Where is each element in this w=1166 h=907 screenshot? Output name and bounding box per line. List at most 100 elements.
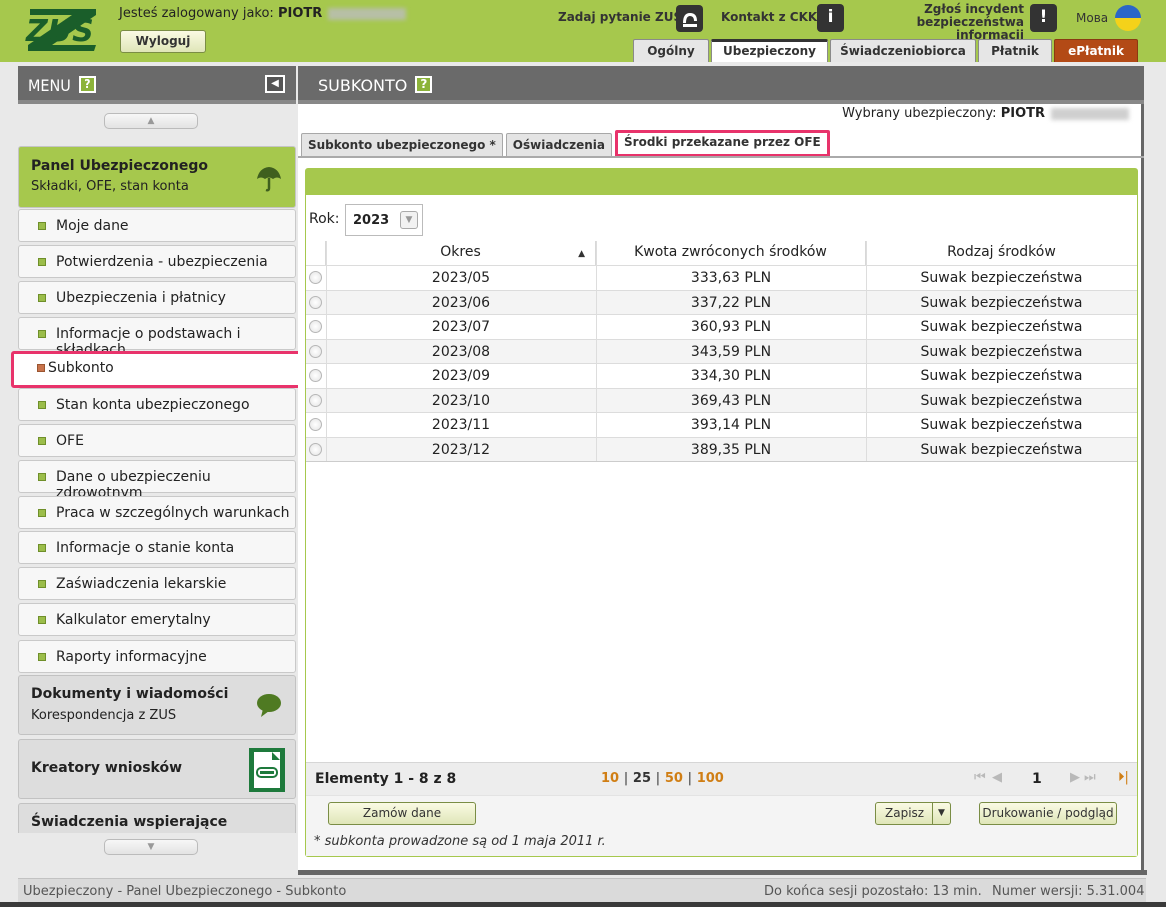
role-tabs: Ogólny Ubezpieczony Świadczeniobiorca Pł… <box>633 39 1140 62</box>
export-icon[interactable]: ⏵| <box>1118 770 1129 785</box>
tab-oswiadczenia[interactable]: Oświadczenia <box>505 133 613 157</box>
cell-rodzaj: Suwak bezpieczeństwa <box>920 417 1083 433</box>
column-separator <box>596 241 597 461</box>
print-preview-button[interactable]: Drukowanie / podgląd <box>979 802 1117 825</box>
row-radio[interactable] <box>309 295 322 309</box>
cell-okres: 2023/12 <box>431 441 491 458</box>
ukraine-flag-icon[interactable] <box>1115 5 1141 31</box>
scroll-up-button[interactable]: ▲ <box>104 113 198 129</box>
sidebar-item-ofe[interactable]: OFE <box>18 424 296 457</box>
sidebar-item-informacje-o-podstawach[interactable]: Informacje o podstawach i składkach <box>18 317 296 358</box>
scroll-down-button[interactable]: ▼ <box>104 839 198 855</box>
help-icon[interactable]: ? <box>415 76 433 93</box>
tab-platnik[interactable]: Płatnik <box>978 39 1052 62</box>
page-number[interactable]: 1 <box>1032 771 1042 787</box>
tab-subkonto-ubezpieczonego[interactable]: Subkonto ubezpieczonego * <box>301 133 503 157</box>
table-row[interactable]: 2023/08 343,59 PLN Suwak bezpieczeństwa <box>306 338 1137 363</box>
row-radio[interactable] <box>309 344 322 358</box>
info-icon[interactable]: i <box>817 4 844 32</box>
row-radio[interactable] <box>309 418 322 431</box>
sidebar-item-ubezpieczenie-zdrowotne[interactable]: Dane o ubezpieczeniu zdrowotnym <box>18 460 296 501</box>
archive-data-button[interactable]: Zamów dane archiwalne <box>328 802 476 841</box>
tab-srodki-przekazane-przez-ofe[interactable]: Środki przekazane przez OFE <box>615 130 830 157</box>
main-panel: SUBKONTO? Wybrany ubezpieczony: PIOTR Su… <box>298 66 1144 872</box>
table-row[interactable]: 2023/10 369,43 PLN Suwak bezpieczeństwa <box>306 387 1137 412</box>
page-size-100[interactable]: 100 <box>697 771 724 786</box>
ask-zus-icon[interactable] <box>676 5 703 32</box>
row-radio[interactable] <box>309 442 322 456</box>
sidebar-item-potwierdzenia[interactable]: Potwierdzenia - ubezpieczenia <box>18 245 296 278</box>
sidebar-item-informacje-o-stanie-konta[interactable]: Informacje o stanie konta <box>18 531 296 564</box>
cell-kwota: 337,22 PLN <box>690 294 772 311</box>
page-size-50[interactable]: 50 <box>665 771 683 786</box>
sidebar-item-subkonto[interactable]: Subkonto <box>11 351 301 388</box>
sidebar-item-stan-konta-ubezpieczonego[interactable]: Stan konta ubezpieczonego <box>18 388 296 421</box>
status-breadcrumb: Ubezpieczony - Panel Ubezpieczonego - Su… <box>23 884 347 899</box>
year-select[interactable]: 2023 ▼ <box>345 204 423 236</box>
user-surname-redacted <box>328 7 407 20</box>
sidebar-item-ubezpieczenia[interactable]: Ubezpieczenia i płatnicy <box>18 281 296 314</box>
next-page-icon[interactable]: ▶ <box>1070 770 1080 785</box>
chevron-down-icon[interactable]: ▼ <box>932 803 950 824</box>
panel-dokumenty[interactable]: Dokumenty i wiadomości Korespondencja z … <box>18 675 296 735</box>
first-page-icon[interactable]: ⏮ <box>974 770 986 785</box>
contact-ckk-link[interactable]: Kontakt z CKK <box>721 10 817 24</box>
column-rodzaj[interactable]: Rodzaj środków <box>866 241 1137 265</box>
year-value: 2023 <box>353 213 390 228</box>
page-size-10[interactable]: 10 <box>601 771 619 786</box>
row-radio[interactable] <box>309 320 322 333</box>
main-bottom-border <box>298 870 1147 875</box>
sidebar-item-zaswiadczenia-lekarskie[interactable]: Zaświadczenia lekarskie <box>18 567 296 600</box>
tab-ogolny[interactable]: Ogólny <box>633 39 709 62</box>
tab-swiadczeniobiorca[interactable]: Świadczeniobiorca <box>830 39 976 62</box>
year-label: Rok: <box>309 211 340 227</box>
table-row[interactable]: 2023/12 389,35 PLN Suwak bezpieczeństwa <box>306 436 1137 461</box>
speech-bubble-icon <box>257 694 281 717</box>
sidebar-item-moje-dane[interactable]: Moje dane <box>18 209 296 242</box>
save-as-button[interactable]: Zapisz jako ▼ <box>875 802 951 841</box>
table-row[interactable]: 2023/09 334,30 PLN Suwak bezpieczeństwa <box>306 363 1137 388</box>
help-icon[interactable]: ? <box>78 76 96 93</box>
collapse-menu-icon[interactable]: ◀ <box>265 75 285 93</box>
page-size-25[interactable]: 25 <box>633 771 651 786</box>
sidebar-item-kalkulator-emerytalny[interactable]: Kalkulator emerytalny <box>18 603 296 636</box>
ask-zus-link[interactable]: Zadaj pytanie ZUS <box>558 10 682 24</box>
chevron-down-icon[interactable]: ▼ <box>400 211 418 229</box>
panel-swiadczenia-wspierajace[interactable]: Świadczenia wspierające <box>18 803 296 833</box>
bullet-icon <box>38 509 46 517</box>
select-column-header <box>306 241 326 265</box>
sidebar-item-raporty-informacyjne[interactable]: Raporty informacyjne <box>18 640 296 673</box>
table-row[interactable]: 2023/06 337,22 PLN Suwak bezpieczeństwa <box>306 289 1137 314</box>
column-okres[interactable]: Okres ▲ <box>326 241 596 265</box>
table-row[interactable]: 2023/11 393,14 PLN Suwak bezpieczeństwa <box>306 412 1137 437</box>
logout-button[interactable]: Wyloguj <box>120 30 206 53</box>
panel-ubezpieczonego[interactable]: Panel Ubezpieczonego Składki, OFE, stan … <box>18 146 296 208</box>
actions-bar: Zamów dane archiwalne Zapisz jako ▼ Druk… <box>306 795 1137 841</box>
panel-title: Panel Ubezpieczonego <box>31 158 208 174</box>
subkonto-tabs: Subkonto ubezpieczonego * Oświadczenia Ś… <box>301 130 833 157</box>
footnote-bar: * subkonta prowadzone są od 1 maja 2011 … <box>306 828 1137 856</box>
last-page-icon[interactable]: ⏭ <box>1084 770 1096 785</box>
row-radio[interactable] <box>309 271 322 284</box>
tab-eplatnik[interactable]: ePłatnik <box>1054 39 1138 62</box>
column-kwota[interactable]: Kwota zwróconych środków <box>596 241 866 265</box>
row-radio[interactable] <box>309 393 322 407</box>
table-row[interactable]: 2023/05 333,63 PLN Suwak bezpieczeństwa <box>306 265 1137 290</box>
panel-kreatory-wnioskow[interactable]: Kreatory wniosków <box>18 739 296 799</box>
language-label[interactable]: Мова <box>1076 11 1108 25</box>
footnote: * subkonta prowadzone są od 1 maja 2011 … <box>314 834 606 849</box>
alert-icon[interactable]: ! <box>1030 4 1057 32</box>
tab-ubezpieczony[interactable]: Ubezpieczony <box>711 39 828 62</box>
content-box: Rok: 2023 ▼ Okres ▲ Kwota zwróconych środ… <box>305 168 1138 857</box>
selected-insured: Wybrany ubezpieczony: PIOTR <box>842 106 1129 121</box>
column-separator <box>866 241 867 461</box>
row-radio[interactable] <box>309 369 322 382</box>
table-row[interactable]: 2023/07 360,93 PLN Suwak bezpieczeństwa <box>306 314 1137 339</box>
report-incident-link[interactable]: Zgłoś incydent bezpieczeństwa informacji <box>862 3 1024 42</box>
sidebar-item-praca-w-szczegolnych[interactable]: Praca w szczególnych warunkach <box>18 496 296 529</box>
cell-kwota: 360,93 PLN <box>690 319 772 335</box>
cell-okres: 2023/07 <box>431 319 491 335</box>
prev-page-icon[interactable]: ◀ <box>992 770 1002 785</box>
zus-logo[interactable]: ZUS <box>22 5 100 55</box>
cell-rodzaj: Suwak bezpieczeństwa <box>920 368 1083 384</box>
